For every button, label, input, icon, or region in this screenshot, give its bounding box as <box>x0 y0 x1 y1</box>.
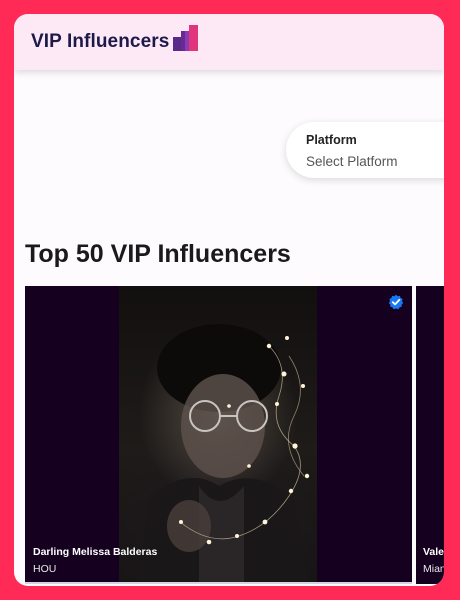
influencer-city: HOU <box>33 563 57 575</box>
card-divider <box>25 582 412 584</box>
verified-check-icon <box>388 294 404 315</box>
influencer-name: Vale <box>423 546 444 558</box>
platform-select[interactable]: Platform Select Platform <box>286 122 444 178</box>
logo-text[interactable]: VIP Influencers <box>31 31 169 53</box>
app-frame: VIP Influencers Platform Select Platform… <box>14 14 444 586</box>
influencer-card[interactable]: Vale Mian <box>416 286 444 584</box>
influencer-name: Darling Melissa Balderas <box>33 546 158 558</box>
platform-label: Platform <box>306 133 357 147</box>
influencer-card[interactable]: Darling Melissa Balderas HOU <box>25 286 412 584</box>
influencer-photo <box>119 286 317 584</box>
header: VIP Influencers <box>14 14 444 70</box>
influencer-city: Mian <box>423 563 444 575</box>
platform-select-value[interactable]: Select Platform <box>306 154 398 169</box>
section-title: Top 50 VIP Influencers <box>25 240 291 268</box>
bar-chart-logo-icon <box>173 24 201 56</box>
